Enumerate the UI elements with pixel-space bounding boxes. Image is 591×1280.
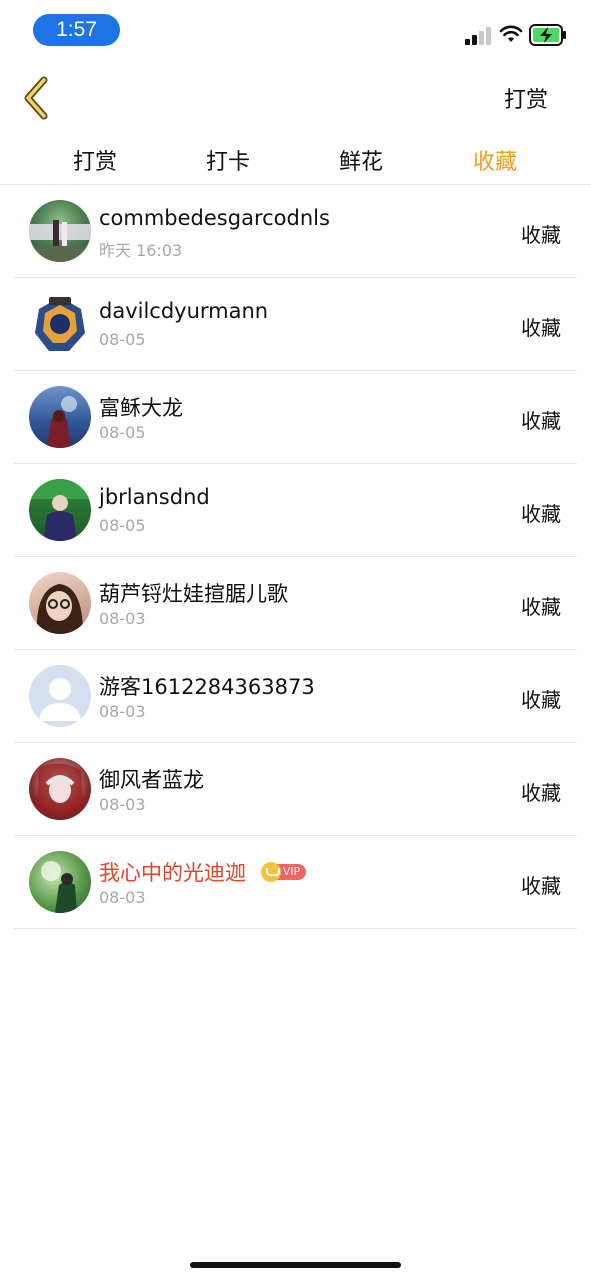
timestamp: 08-03 xyxy=(99,609,146,628)
tab-flowers[interactable]: 鲜花 xyxy=(311,144,411,176)
list-item[interactable]: jbrlansdnd 08-05 收藏 xyxy=(14,464,577,557)
user-name: 葫芦锊灶娃揎腒儿歌 xyxy=(99,582,288,606)
navigation-bar: 打赏 xyxy=(0,64,591,132)
timestamp: 08-05 xyxy=(99,330,146,349)
user-name: jbrlansdnd xyxy=(99,485,210,509)
wifi-icon xyxy=(499,25,523,42)
avatar xyxy=(29,479,91,541)
avatar xyxy=(29,572,91,634)
timestamp: 08-03 xyxy=(99,888,146,907)
home-indicator xyxy=(190,1262,401,1268)
list-item[interactable]: 葫芦锊灶娃揎腒儿歌 08-03 收藏 xyxy=(14,557,577,650)
user-name-text: 我心中的光迪迦 xyxy=(99,861,246,885)
avatar xyxy=(29,293,91,355)
avatar xyxy=(29,758,91,820)
default-user-icon xyxy=(29,665,91,727)
avatar xyxy=(29,200,91,262)
list-item[interactable]: 富稣大龙 08-05 收藏 xyxy=(14,371,577,464)
crown-icon xyxy=(260,862,281,882)
cellular-signal-icon xyxy=(465,25,493,45)
user-name: 富稣大龙 xyxy=(99,396,183,420)
action-label: 收藏 xyxy=(521,781,561,805)
action-label: 收藏 xyxy=(521,874,561,898)
user-name: 游客1612284363873 xyxy=(99,675,315,699)
list-item[interactable]: 游客1612284363873 08-03 收藏 xyxy=(14,650,577,743)
tab-favorites[interactable]: 收藏 xyxy=(445,144,545,176)
back-button[interactable] xyxy=(18,76,58,120)
user-name: commbedesgarcodnls xyxy=(99,206,330,230)
avatar xyxy=(29,386,91,448)
status-time: 1:57 xyxy=(33,14,120,46)
status-bar: 1:57 xyxy=(0,0,591,58)
favorites-list: commbedesgarcodnls 昨天 16:03 收藏 davilcdyu… xyxy=(0,185,591,929)
chevron-left-icon xyxy=(24,76,48,120)
action-label: 收藏 xyxy=(521,316,561,340)
list-item[interactable]: davilcdyurmann 08-05 收藏 xyxy=(14,278,577,371)
battery-charging-icon xyxy=(529,24,566,46)
list-item[interactable]: commbedesgarcodnls 昨天 16:03 收藏 xyxy=(14,185,577,278)
list-item[interactable]: 我心中的光迪迦 VIP 08-03 收藏 xyxy=(14,836,577,929)
tab-bar: 打赏 打卡 鲜花 收藏 xyxy=(0,136,591,184)
user-name: 我心中的光迪迦 VIP xyxy=(99,857,307,887)
timestamp: 08-05 xyxy=(99,423,146,442)
list-item[interactable]: 御风者蓝龙 08-03 收藏 xyxy=(14,743,577,836)
timestamp: 08-03 xyxy=(99,702,146,721)
timestamp: 08-05 xyxy=(99,516,146,535)
user-name: davilcdyurmann xyxy=(99,299,269,323)
action-label: 收藏 xyxy=(521,409,561,433)
tab-checkin[interactable]: 打卡 xyxy=(178,144,278,176)
action-label: 收藏 xyxy=(521,502,561,526)
action-label: 收藏 xyxy=(521,223,561,247)
action-label: 收藏 xyxy=(521,688,561,712)
timestamp: 08-03 xyxy=(99,795,146,814)
avatar xyxy=(29,851,91,913)
tab-reward[interactable]: 打赏 xyxy=(45,144,145,176)
action-label: 收藏 xyxy=(521,595,561,619)
reward-action-button[interactable]: 打赏 xyxy=(504,82,548,114)
timestamp: 昨天 16:03 xyxy=(99,241,183,260)
user-name: 御风者蓝龙 xyxy=(99,768,204,792)
vip-badge: VIP xyxy=(260,862,307,882)
